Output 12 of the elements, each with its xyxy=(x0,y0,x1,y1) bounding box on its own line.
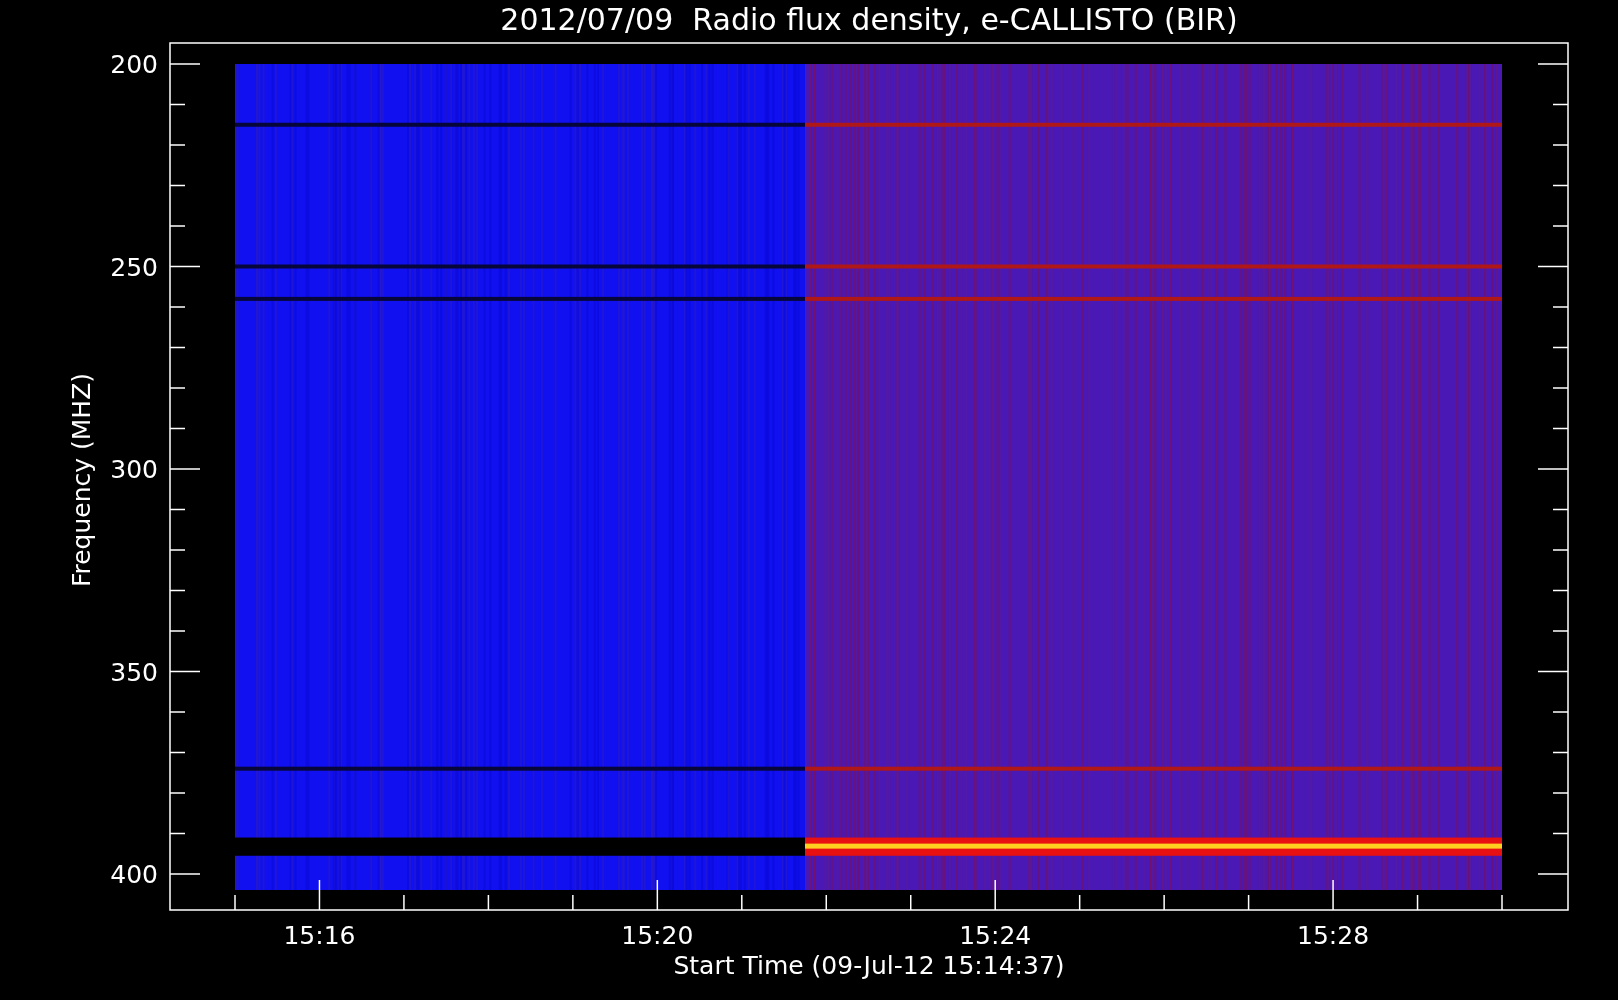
y-axis-tick-label: 400 xyxy=(110,860,158,889)
x-axis-tick-label: 15:20 xyxy=(621,921,694,950)
x-axis-tick-label: 15:24 xyxy=(959,921,1032,950)
x-axis-label: Start Time (09-Jul-12 15:14:37) xyxy=(673,951,1065,980)
x-axis-tick-label: 15:28 xyxy=(1297,921,1370,950)
x-axis-tick-label: 15:16 xyxy=(283,921,356,950)
y-axis-label: Frequency (MHZ) xyxy=(67,372,96,588)
y-axis-tick-label: 200 xyxy=(110,50,158,79)
y-axis-tick-label: 350 xyxy=(110,657,158,687)
y-axis-tick-label: 250 xyxy=(110,252,158,282)
y-axis-tick-label: 300 xyxy=(110,455,158,484)
chart-title: 2012/07/09 Radio flux density, e-CALLISTO (BIR) xyxy=(500,2,1238,37)
